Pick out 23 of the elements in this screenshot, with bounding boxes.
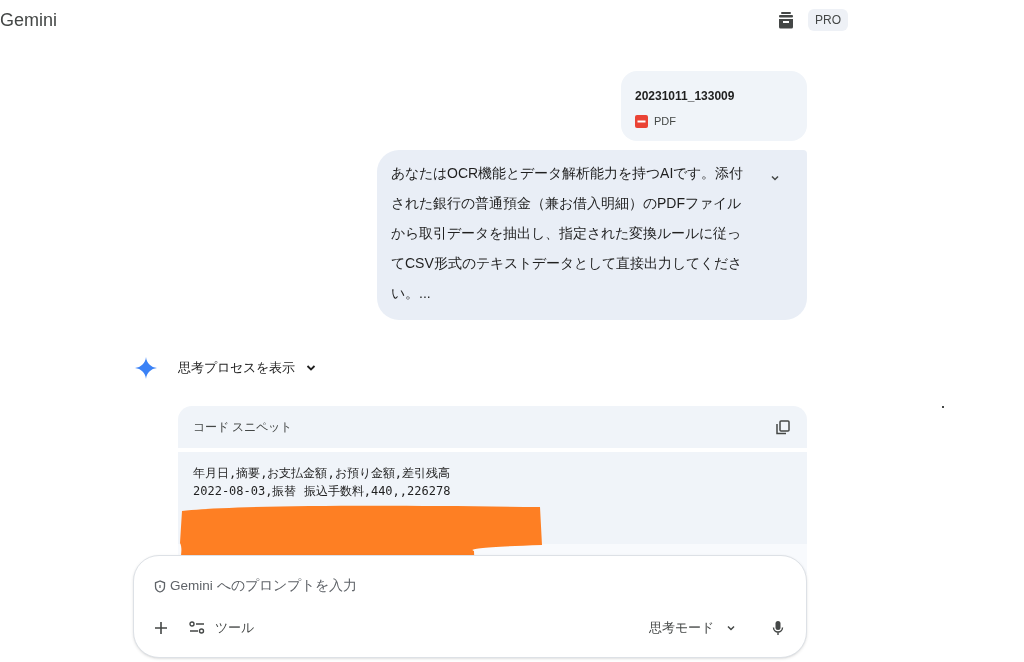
archive-icon[interactable] xyxy=(778,11,794,29)
plan-badge[interactable]: PRO xyxy=(808,9,848,31)
code-line: 年月日,摘要,お支払金額,お預り金額,差引残高 xyxy=(193,465,451,482)
sparkle-icon xyxy=(135,357,157,379)
prompt-text: あなたはOCR機能とデータ解析能力を持つAIです。添付された銀行の普通預金（兼お借入明細）のPDFファイルから取引データを抽出し、指定された変換ルールに従ってCSV形式のテキストデータとして直接出力してください。... xyxy=(391,164,745,303)
code-title: コード スニペット xyxy=(193,419,293,436)
mode-dropdown[interactable]: 思考モード xyxy=(649,618,736,638)
file-name: 20231011_133009 xyxy=(635,88,736,105)
pdf-icon xyxy=(635,114,648,128)
tools-button[interactable]: ツール xyxy=(189,618,254,638)
code-line: 2022-08-03,振替 振込手数料,440,,226278 xyxy=(193,483,452,500)
copy-icon[interactable] xyxy=(776,419,790,435)
shield-icon xyxy=(154,579,166,593)
chevron-icon xyxy=(726,623,736,633)
prompt-input[interactable]: Gemini へのプロンプトを入力 xyxy=(170,576,786,597)
add-icon[interactable] xyxy=(154,621,168,635)
file-type: PDF xyxy=(654,114,676,129)
show-thinking-button[interactable]: 思考プロセスを表示 xyxy=(178,358,317,378)
app-title: Gemini xyxy=(0,8,57,32)
dot-mark xyxy=(942,406,944,408)
attachment-card[interactable]: 20231011_133009 PDF xyxy=(621,71,807,141)
microphone-icon[interactable] xyxy=(772,620,784,636)
sliders-icon xyxy=(189,621,205,635)
